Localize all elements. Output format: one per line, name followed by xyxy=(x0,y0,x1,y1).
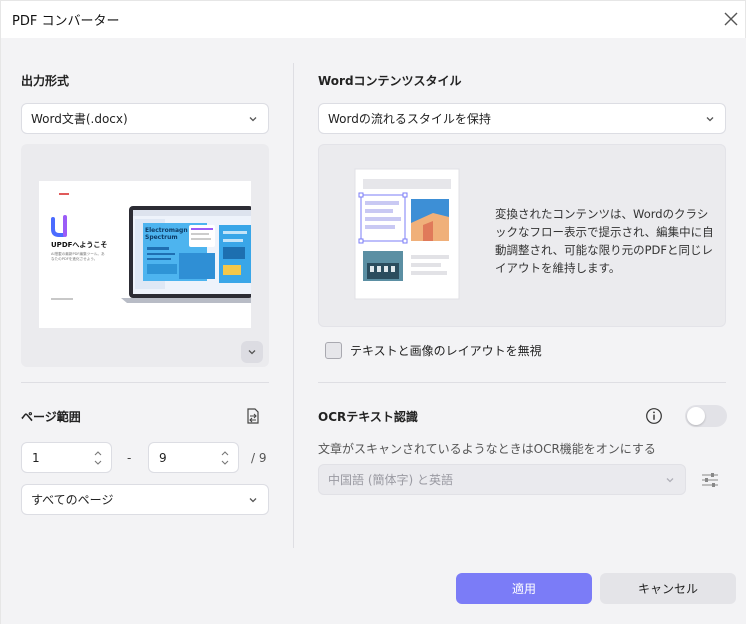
left-divider xyxy=(21,382,269,383)
svg-text:UPDFへようこそ: UPDFへようこそ xyxy=(51,240,107,249)
ocr-heading: OCRテキスト認識 xyxy=(318,410,418,424)
page-to-value: 9 xyxy=(159,450,167,465)
ignore-layout-checkbox[interactable]: テキストと画像のレイアウトを無視 xyxy=(325,342,542,359)
ocr-toggle[interactable] xyxy=(685,405,727,427)
stepper-arrows-icon[interactable] xyxy=(220,449,230,467)
column-divider xyxy=(293,63,294,548)
output-format-heading: 出力形式 xyxy=(21,74,70,88)
page-from-stepper[interactable]: 1 xyxy=(21,442,112,473)
preview-thumbnail: UPDFへようこそ AI搭載の最新PDF編集ツール。あ なたのPDFを進化させよ… xyxy=(39,181,251,328)
ocr-language-select[interactable]: 中国語 (簡体字) と英語 xyxy=(318,464,686,495)
apply-button[interactable]: 適用 xyxy=(456,573,592,604)
ocr-hint: 文章がスキャンされているようなときはOCR機能をオンにする xyxy=(318,442,656,456)
range-separator: - xyxy=(127,451,132,465)
close-icon[interactable] xyxy=(721,9,741,29)
page-range-heading: ページ範囲 xyxy=(21,410,81,424)
ocr-language-value: 中国語 (簡体字) と英語 xyxy=(328,473,453,487)
page-scope-value: すべてのページ xyxy=(31,493,114,507)
chevron-down-icon xyxy=(666,477,674,482)
output-format-value: Word文書(.docx) xyxy=(31,112,128,126)
dialog-title: PDF コンバーター xyxy=(12,14,120,29)
svg-text:Electromagn: Electromagn xyxy=(145,227,188,234)
sliders-icon[interactable] xyxy=(700,470,720,490)
ignore-layout-label: テキストと画像のレイアウトを無視 xyxy=(350,344,542,358)
page-scope-select[interactable]: すべてのページ xyxy=(21,484,269,515)
document-preview: UPDFへようこそ AI搭載の最新PDF編集ツール。あ なたのPDFを進化させよ… xyxy=(21,144,269,367)
page-from-value: 1 xyxy=(32,450,40,465)
chevron-down-icon xyxy=(249,116,257,121)
right-divider xyxy=(318,382,726,383)
chevron-down-icon xyxy=(248,350,256,355)
word-style-value: Wordの流れるスタイルを保持 xyxy=(328,112,491,126)
svg-text:なたのPDFを進化させよう。: なたのPDFを進化させよう。 xyxy=(51,256,97,261)
toggle-knob xyxy=(687,407,705,425)
page-to-stepper[interactable]: 9 xyxy=(148,442,239,473)
word-style-heading: Wordコンテンツスタイル xyxy=(318,74,462,88)
output-format-select[interactable]: Word文書(.docx) xyxy=(21,103,269,134)
style-description: 変換されたコンテンツは、Wordのクラシックなフロー表示で提示され、編集中に自動… xyxy=(495,207,714,275)
stepper-arrows-icon[interactable] xyxy=(93,449,103,467)
svg-text:Spectrum: Spectrum xyxy=(145,234,178,241)
preview-image: UPDFへようこそ AI搭載の最新PDF編集ツール。あ なたのPDFを進化させよ… xyxy=(39,181,251,328)
info-icon[interactable] xyxy=(645,407,663,425)
style-preview-card: 変換されたコンテンツは、Wordのクラシックなフロー表示で提示され、編集中に自動… xyxy=(318,144,726,327)
page-swap-icon[interactable] xyxy=(243,406,263,426)
title-bar: PDF コンバーター xyxy=(1,1,746,37)
cancel-button[interactable]: キャンセル xyxy=(600,573,736,604)
flow-layout-illustration xyxy=(354,168,460,300)
svg-text:AI搭載の最新PDF編集ツール。あ: AI搭載の最新PDF編集ツール。あ xyxy=(51,251,105,256)
checkbox-box[interactable] xyxy=(325,342,342,359)
pdf-converter-dialog: PDF コンバーター 出力形式 Word文書(.docx) UPDFへようこそ … xyxy=(0,0,746,624)
chevron-down-icon xyxy=(249,497,257,502)
dialog-body: 出力形式 Word文書(.docx) UPDFへようこそ AI搭載の最新PDF編… xyxy=(1,38,746,624)
chevron-down-icon xyxy=(706,116,714,121)
expand-preview-button[interactable] xyxy=(241,341,263,363)
page-total: / 9 xyxy=(251,451,267,465)
word-style-select[interactable]: Wordの流れるスタイルを保持 xyxy=(318,103,726,134)
